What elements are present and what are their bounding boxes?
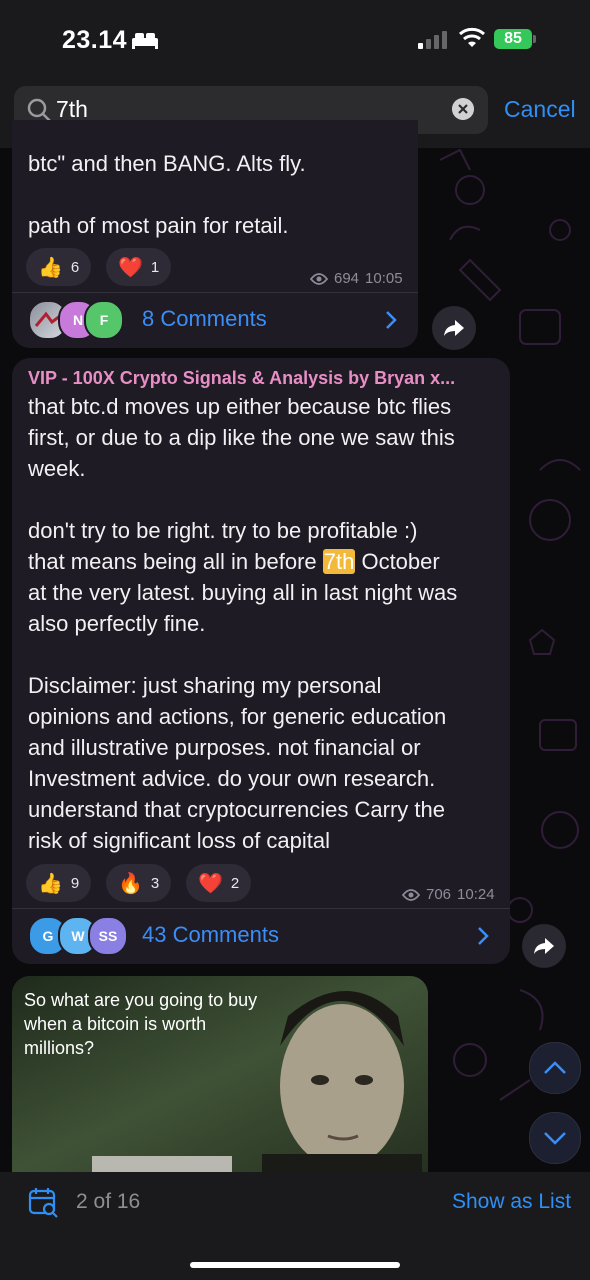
reaction-fire[interactable]: 🔥 3: [106, 864, 172, 902]
share-icon: [444, 320, 464, 336]
search-results-bar: 2 of 16 Show as List: [0, 1172, 590, 1280]
avatar: F: [84, 300, 124, 340]
message-body: that btc.d moves up either because btc f…: [28, 391, 506, 856]
home-indicator: [190, 1262, 400, 1268]
reaction-thumbs-up[interactable]: 👍 9: [26, 864, 92, 902]
show-as-list-button[interactable]: Show as List: [452, 1190, 571, 1214]
chevron-up-icon: [544, 1061, 566, 1074]
chevron-right-icon: [478, 927, 489, 945]
battery-indicator: 85: [494, 29, 532, 49]
search-prev-button[interactable]: [529, 1042, 581, 1094]
share-icon: [534, 938, 554, 954]
reaction-count: 2: [230, 874, 240, 892]
thumbs-up-icon: 👍: [38, 872, 63, 895]
reaction-heart[interactable]: ❤️ 1: [106, 248, 172, 286]
cellular-signal-icon: [418, 31, 447, 49]
message-text-line: path of most pain for retail.: [28, 213, 289, 238]
result-counter: 2 of 16: [76, 1190, 141, 1213]
chevron-down-icon: [544, 1132, 566, 1145]
reaction-count: 1: [150, 258, 160, 276]
message-text-line: btc" and then BANG. Alts fly.: [28, 151, 306, 176]
wifi-icon: [459, 27, 485, 47]
message-bubble[interactable]: btc" and then BANG. Alts fly. path of mo…: [12, 120, 418, 348]
fire-icon: 🔥: [118, 872, 143, 895]
status-bar: 23.14 85: [0, 0, 590, 80]
chevron-right-icon: [386, 311, 397, 329]
thumbs-up-icon: 👍: [38, 256, 63, 279]
heart-icon: ❤️: [118, 256, 143, 279]
heart-icon: ❤️: [198, 872, 223, 895]
image-message[interactable]: So what are you going to buy when a bitc…: [12, 976, 428, 1172]
message-time: 10:24: [457, 886, 495, 903]
reaction-heart[interactable]: ❤️ 2: [186, 864, 252, 902]
message-bubble[interactable]: VIP - 100X Crypto Signals & Analysis by …: [12, 358, 510, 964]
comments-link[interactable]: N F 8 Comments: [12, 292, 418, 348]
share-button[interactable]: [432, 306, 476, 350]
image-caption: So what are you going to buy when a bitc…: [24, 990, 258, 1058]
reaction-thumbs-up[interactable]: 👍 6: [26, 248, 92, 286]
battery-nub: [533, 35, 536, 43]
clock: 23.14: [62, 26, 128, 54]
sleep-mode-icon: [132, 33, 158, 49]
cancel-button[interactable]: Cancel: [504, 96, 576, 123]
message-meta: 706 10:24: [402, 886, 495, 903]
reaction-count: 6: [70, 258, 80, 276]
message-meta: 694 10:05: [310, 270, 403, 287]
comments-label: 43 Comments: [142, 922, 279, 947]
sender-name: VIP - 100X Crypto Signals & Analysis by …: [28, 368, 456, 388]
comments-link[interactable]: G W SS 43 Comments: [12, 908, 510, 964]
reaction-count: 9: [70, 874, 80, 892]
comments-label: 8 Comments: [142, 306, 267, 331]
message-time: 10:05: [365, 270, 403, 287]
calendar-search-icon[interactable]: [28, 1186, 60, 1220]
avatar: SS: [88, 916, 128, 956]
eye-icon: [310, 272, 328, 285]
share-button[interactable]: [522, 924, 566, 968]
view-count: 694: [334, 270, 360, 287]
message-text: October at the very latest. buying all i…: [28, 549, 458, 853]
reaction-count: 3: [150, 874, 160, 892]
clear-search-icon[interactable]: [452, 98, 474, 120]
view-count: 706: [426, 886, 452, 903]
eye-icon: [402, 888, 420, 901]
search-match-highlight: 7th: [322, 549, 356, 574]
search-query: 7th: [56, 96, 88, 122]
message-text: that btc.d moves up either because btc f…: [28, 394, 455, 574]
search-next-button[interactable]: [529, 1112, 581, 1164]
